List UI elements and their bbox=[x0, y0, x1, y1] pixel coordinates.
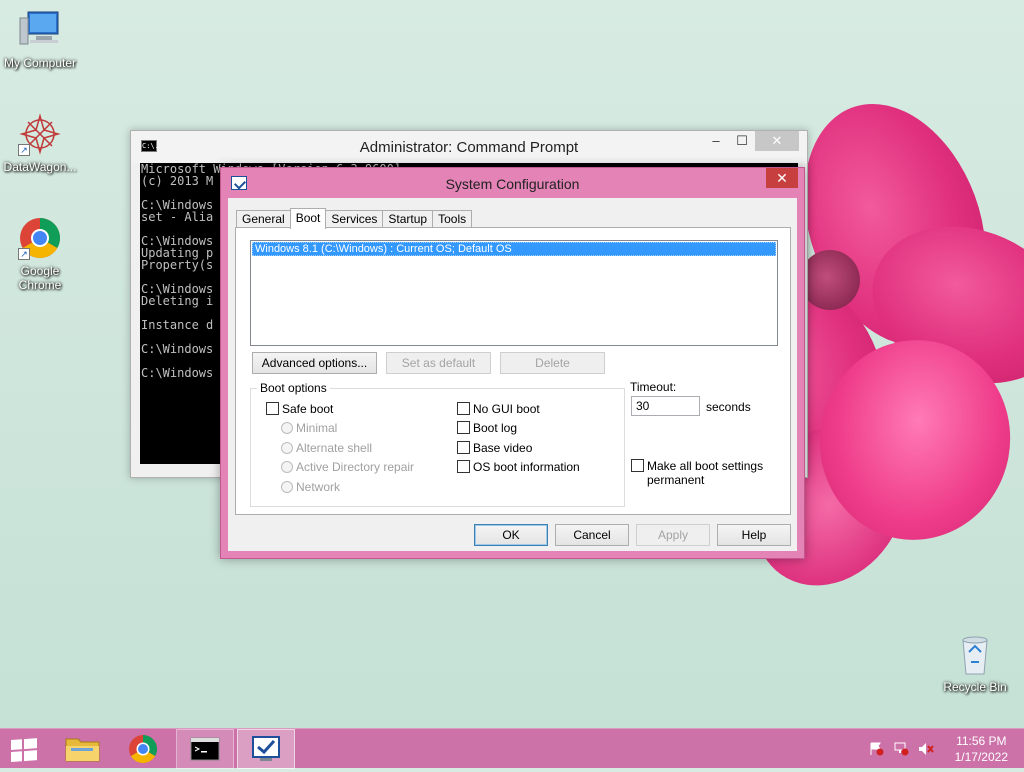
tab-tools[interactable]: Tools bbox=[432, 210, 473, 228]
boot-log-checkbox[interactable]: Boot log bbox=[457, 421, 517, 437]
cancel-button[interactable]: Cancel bbox=[555, 524, 629, 546]
network-radio[interactable]: Network bbox=[281, 480, 340, 496]
desktop-icon-label: My Computer bbox=[3, 56, 77, 70]
checkbox-icon bbox=[457, 460, 470, 473]
make-permanent-label-2: permanent bbox=[647, 473, 705, 487]
maximize-button[interactable]: ☐ bbox=[729, 131, 755, 151]
taskbar-command-prompt[interactable] bbox=[176, 729, 234, 769]
alternate-shell-radio[interactable]: Alternate shell bbox=[281, 441, 372, 457]
radio-icon bbox=[281, 442, 293, 454]
desktop-icon-my-computer[interactable]: My Computer bbox=[0, 8, 80, 70]
make-permanent-label: Make all boot settings bbox=[647, 459, 764, 473]
minimal-label: Minimal bbox=[296, 421, 338, 435]
network-label: Network bbox=[296, 480, 341, 494]
minimize-button[interactable]: – bbox=[703, 131, 729, 151]
os-boot-information-checkbox[interactable]: OS boot information bbox=[457, 460, 580, 476]
base-video-label: Base video bbox=[473, 441, 533, 455]
timeout-label: Timeout: bbox=[630, 380, 677, 394]
datawagon-icon: ↗ bbox=[18, 112, 62, 156]
tab-boot[interactable]: Boot bbox=[289, 208, 327, 229]
system-configuration-window[interactable]: System Configuration ✕ General Boot Serv… bbox=[220, 167, 805, 559]
checkbox-icon bbox=[266, 402, 279, 415]
action-center-flag-icon[interactable] bbox=[868, 742, 884, 756]
close-button[interactable]: ✕ bbox=[755, 131, 799, 151]
checkbox-icon bbox=[631, 459, 644, 472]
desktop-icon-label: Google Chrome bbox=[18, 264, 62, 292]
folder-icon bbox=[65, 738, 100, 762]
radio-icon bbox=[281, 481, 293, 493]
set-as-default-button[interactable]: Set as default bbox=[386, 352, 491, 374]
recycle-bin-icon bbox=[953, 632, 997, 676]
msconfig-icon bbox=[252, 736, 280, 761]
timeout-input[interactable]: 30 bbox=[631, 396, 700, 416]
desktop-icon-datawagon[interactable]: ↗ DataWagon... bbox=[0, 112, 80, 174]
os-list[interactable]: Windows 8.1 (C:\Windows) : Current OS; D… bbox=[250, 240, 778, 346]
radio-icon bbox=[281, 461, 293, 473]
help-button[interactable]: Help bbox=[717, 524, 791, 546]
safe-boot-label: Safe boot bbox=[282, 402, 334, 416]
checkbox-icon bbox=[457, 402, 470, 415]
tab-startup[interactable]: Startup bbox=[382, 210, 434, 228]
taskbar-clock[interactable]: 11:56 PM 1/17/2022 bbox=[955, 733, 1008, 765]
base-video-checkbox[interactable]: Base video bbox=[457, 441, 532, 457]
start-button[interactable] bbox=[0, 729, 58, 769]
delete-button[interactable]: Delete bbox=[500, 352, 605, 374]
cmd-icon bbox=[190, 737, 220, 761]
sysconfig-window-title: System Configuration bbox=[445, 176, 580, 192]
taskbar-system-configuration[interactable] bbox=[237, 729, 295, 769]
ad-repair-label: Active Directory repair bbox=[296, 460, 415, 474]
sysconfig-title-bar[interactable]: System Configuration ✕ bbox=[221, 168, 804, 198]
shortcut-arrow-icon: ↗ bbox=[18, 144, 30, 156]
tab-strip: General Boot Services Startup Tools bbox=[236, 208, 473, 229]
sysconfig-client-area: General Boot Services Startup Tools Wind… bbox=[228, 198, 797, 551]
radio-icon bbox=[281, 422, 293, 434]
os-boot-information-label: OS boot information bbox=[473, 460, 580, 474]
taskbar-google-chrome[interactable] bbox=[114, 729, 172, 769]
apply-button[interactable]: Apply bbox=[636, 524, 710, 546]
no-gui-boot-label: No GUI boot bbox=[473, 402, 540, 416]
shortcut-arrow-icon: ↗ bbox=[18, 248, 30, 260]
boot-log-label: Boot log bbox=[473, 421, 518, 435]
taskbar: 11:56 PM 1/17/2022 bbox=[0, 728, 1024, 769]
checkbox-icon bbox=[457, 421, 470, 434]
clock-time: 11:56 PM bbox=[956, 734, 1007, 748]
chrome-icon: ↗ bbox=[18, 216, 62, 260]
desktop-icon-label: DataWagon... bbox=[3, 160, 77, 174]
minimal-radio[interactable]: Minimal bbox=[281, 421, 337, 437]
boot-options-label: Boot options bbox=[257, 381, 330, 395]
desktop-icon-label: Recycle Bin bbox=[943, 680, 1007, 694]
volume-muted-icon[interactable] bbox=[918, 742, 934, 756]
network-icon[interactable] bbox=[893, 742, 909, 756]
safe-boot-checkbox[interactable]: Safe boot bbox=[266, 402, 333, 418]
ok-button[interactable]: OK bbox=[474, 524, 548, 546]
alternate-shell-label: Alternate shell bbox=[296, 441, 373, 455]
cmd-title-bar[interactable]: C:\. Administrator: Command Prompt – ☐ ✕ bbox=[131, 131, 807, 163]
boot-tab-panel: Windows 8.1 (C:\Windows) : Current OS; D… bbox=[235, 227, 791, 515]
computer-icon bbox=[18, 8, 62, 52]
advanced-options-button[interactable]: Advanced options... bbox=[252, 352, 377, 374]
tab-services[interactable]: Services bbox=[325, 210, 384, 228]
taskbar-file-explorer[interactable] bbox=[54, 729, 112, 769]
ad-repair-radio[interactable]: Active Directory repair bbox=[281, 460, 414, 476]
desktop-icon-google-chrome[interactable]: ↗ Google Chrome bbox=[0, 216, 80, 292]
desktop-icon-recycle-bin[interactable]: Recycle Bin bbox=[935, 632, 1015, 694]
chrome-icon bbox=[129, 735, 157, 763]
tab-general[interactable]: General bbox=[236, 210, 291, 228]
close-button[interactable]: ✕ bbox=[766, 168, 798, 188]
checkbox-icon bbox=[457, 441, 470, 454]
seconds-label: seconds bbox=[706, 400, 751, 414]
system-tray: 11:56 PM 1/17/2022 bbox=[868, 729, 1008, 769]
clock-date: 1/17/2022 bbox=[954, 750, 1008, 764]
no-gui-boot-checkbox[interactable]: No GUI boot bbox=[457, 402, 540, 418]
windows-logo-icon bbox=[11, 738, 37, 762]
list-item[interactable]: Windows 8.1 (C:\Windows) : Current OS; D… bbox=[252, 242, 776, 256]
